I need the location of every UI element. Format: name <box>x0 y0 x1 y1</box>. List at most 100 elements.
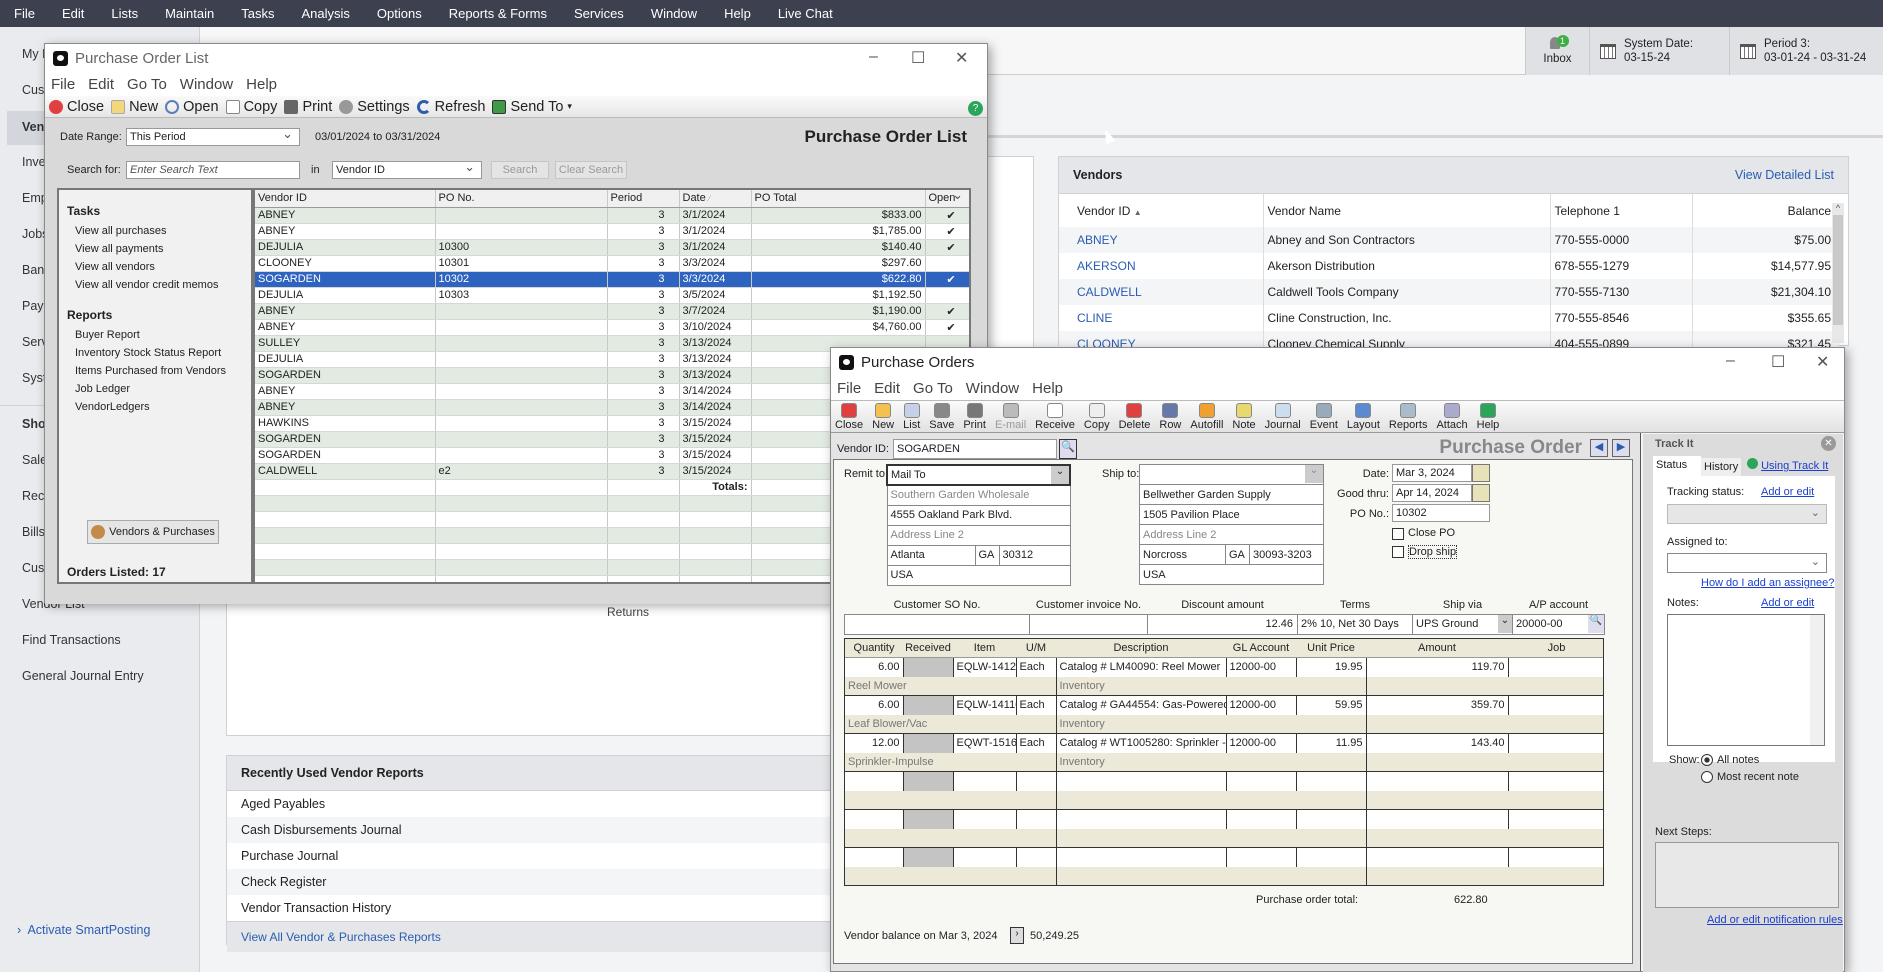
line-cell[interactable] <box>1056 808 1227 829</box>
line-item[interactable]: EQWT-15160 <box>953 732 1017 753</box>
line-gl[interactable]: 12000-00 <box>1226 656 1297 677</box>
line-cell[interactable] <box>1016 808 1057 829</box>
menu-file[interactable]: File <box>837 380 861 397</box>
line-cell[interactable] <box>1366 770 1509 791</box>
view-detailed-list-link[interactable]: View Detailed List <box>1735 168 1834 182</box>
po-no-input[interactable]: 10302 <box>1392 504 1490 522</box>
ship-address-line2[interactable]: Address Line 2 <box>1139 524 1324 545</box>
calendar-icon[interactable] <box>1472 464 1490 482</box>
line-cell[interactable] <box>1226 770 1297 791</box>
line-amount[interactable]: 359.70 <box>1366 694 1509 715</box>
ap-account-input[interactable]: 20000-00 🔍 <box>1512 613 1605 635</box>
report-link[interactable]: Items Purchased from Vendors <box>75 362 226 380</box>
add-assignee-link[interactable]: How do I add an assignee? <box>1701 577 1834 589</box>
line-cell[interactable] <box>1508 732 1603 753</box>
customer-so-input[interactable] <box>844 613 1030 635</box>
line-item-row[interactable] <box>845 770 1603 791</box>
col-date[interactable]: Date ⁄ <box>679 190 752 208</box>
line-cell[interactable] <box>903 846 954 867</box>
line-amount[interactable]: 143.40 <box>1366 732 1509 753</box>
vendor-row[interactable]: ABNEY Abney and Son Contractors 770-555-00… <box>1059 227 1839 253</box>
assigned-to-select[interactable]: ⌄ <box>1667 553 1827 573</box>
po-row[interactable]: ABNEY 3 3/10/2024 $4,760.00 ✔ <box>255 319 969 336</box>
notification-rules-link[interactable]: Add or edit notification rules <box>1707 914 1843 926</box>
line-cell[interactable] <box>903 732 954 753</box>
close-button[interactable]: Close <box>49 99 104 115</box>
tab-history[interactable]: History <box>1701 458 1741 476</box>
customer-invoice-input[interactable] <box>1029 613 1148 635</box>
toolbar-row-button[interactable]: Row <box>1159 403 1181 432</box>
line-item-row[interactable] <box>845 808 1603 829</box>
inbox-button[interactable]: 1 Inbox <box>1525 27 1589 75</box>
remit-name[interactable]: Southern Garden Wholesale <box>886 484 1071 506</box>
task-link[interactable]: View all payments <box>75 240 218 258</box>
line-cell[interactable] <box>903 808 954 829</box>
line-cell[interactable] <box>1056 846 1227 867</box>
line-cell[interactable] <box>1226 846 1297 867</box>
line-desc[interactable]: Catalog # WT1005280: Sprinkler - <box>1056 732 1227 753</box>
line-um[interactable]: Each <box>1016 694 1057 715</box>
report-item[interactable]: Purchase Journal <box>227 843 845 869</box>
line-amount[interactable]: 119.70 <box>1366 656 1509 677</box>
toolbar-save-button[interactable]: Save <box>929 403 954 432</box>
menu-analysis[interactable]: Analysis <box>287 6 362 21</box>
menu-help[interactable]: Help <box>710 6 764 21</box>
close-window-button[interactable]: ✕ <box>955 48 968 68</box>
col-vendor-id[interactable]: Vendor ID ▲ <box>1059 194 1264 227</box>
toolbar-journal-button[interactable]: Journal <box>1265 403 1301 432</box>
line-cell[interactable] <box>953 808 1017 829</box>
maximize-button[interactable]: ☐ <box>911 48 925 68</box>
ship-name[interactable]: Bellwether Garden Supply <box>1139 484 1324 505</box>
toolbar-close-button[interactable]: Close <box>835 403 863 432</box>
col-balance[interactable]: Balance <box>1692 194 1839 227</box>
line-cell[interactable] <box>903 770 954 791</box>
line-item-row[interactable]: 6.00 EQLW-14120 Each Catalog # LM40090: Ree… <box>845 656 1603 677</box>
col-telephone[interactable]: Telephone 1 <box>1550 194 1693 227</box>
toolbar-email-button[interactable]: E-mail <box>995 403 1026 432</box>
menu-lists[interactable]: Lists <box>97 6 151 21</box>
menu-options[interactable]: Options <box>363 6 435 21</box>
vendor-row[interactable]: CALDWELL Caldwell Tools Company 770-555-71… <box>1059 279 1839 305</box>
tracking-add-edit-link[interactable]: Add or edit <box>1761 486 1814 498</box>
report-item[interactable]: Cash Disbursements Journal <box>227 817 845 843</box>
remit-address-line2[interactable]: Address Line 2 <box>886 524 1071 546</box>
line-cell[interactable] <box>953 846 1017 867</box>
line-item-row[interactable]: 6.00 EQLW-14110 Each Catalog # GA44554: Gas… <box>845 694 1603 715</box>
toolbar-print-button[interactable]: Print <box>963 403 986 432</box>
balance-detail-button[interactable]: › <box>1010 927 1024 944</box>
menu-file[interactable]: File <box>51 76 75 93</box>
copy-button[interactable]: Copy <box>225 99 277 115</box>
search-button[interactable]: Search <box>491 161 549 179</box>
toolbar-receive-button[interactable]: Receive <box>1035 403 1075 432</box>
search-field-select[interactable]: Vendor ID <box>332 159 482 179</box>
line-item-row[interactable] <box>845 846 1603 867</box>
po-row[interactable]: ABNEY 3 3/7/2024 $1,190.00 ✔ <box>255 303 969 320</box>
ship-state[interactable]: GA <box>1225 544 1250 565</box>
line-cell[interactable] <box>903 694 954 715</box>
line-cell[interactable] <box>1296 770 1367 791</box>
line-qty[interactable]: 6.00 <box>845 656 904 677</box>
menu-live-chat[interactable]: Live Chat <box>764 6 846 21</box>
ship-zip[interactable]: 30093-3203 <box>1249 544 1324 565</box>
next-record-button[interactable]: ▶ <box>1612 439 1630 457</box>
report-link[interactable]: VendorLedgers <box>75 398 226 416</box>
line-cell[interactable] <box>1296 846 1367 867</box>
toolbar-note-button[interactable]: Note <box>1232 403 1256 432</box>
task-link[interactable]: View all vendors <box>75 258 218 276</box>
period-box[interactable]: Period 3: 03-01-24 - 03-31-24 <box>1729 27 1883 75</box>
col-vendor-id[interactable]: Vendor ID <box>255 190 436 208</box>
magnifier-icon[interactable]: 🔍 <box>1588 614 1604 633</box>
remit-city[interactable]: Atlanta <box>886 544 976 566</box>
line-gl[interactable]: 12000-00 <box>1226 694 1297 715</box>
remit-state[interactable]: GA <box>974 544 1000 566</box>
menu-window[interactable]: Window <box>637 6 710 21</box>
close-icon[interactable]: ✕ <box>1821 436 1836 451</box>
task-link[interactable]: View all vendor credit memos <box>75 276 218 294</box>
minimize-button[interactable]: – <box>869 48 878 66</box>
vendor-id-link[interactable]: CLINE <box>1059 305 1264 331</box>
line-um[interactable]: Each <box>1016 656 1057 677</box>
toolbar-layout-button[interactable]: Layout <box>1347 403 1380 432</box>
po-row[interactable]: DEJULIA 10303 3 3/5/2024 $1,192.50 <box>255 287 969 304</box>
report-link[interactable]: Inventory Stock Status Report <box>75 344 226 362</box>
report-link[interactable]: Buyer Report <box>75 326 226 344</box>
